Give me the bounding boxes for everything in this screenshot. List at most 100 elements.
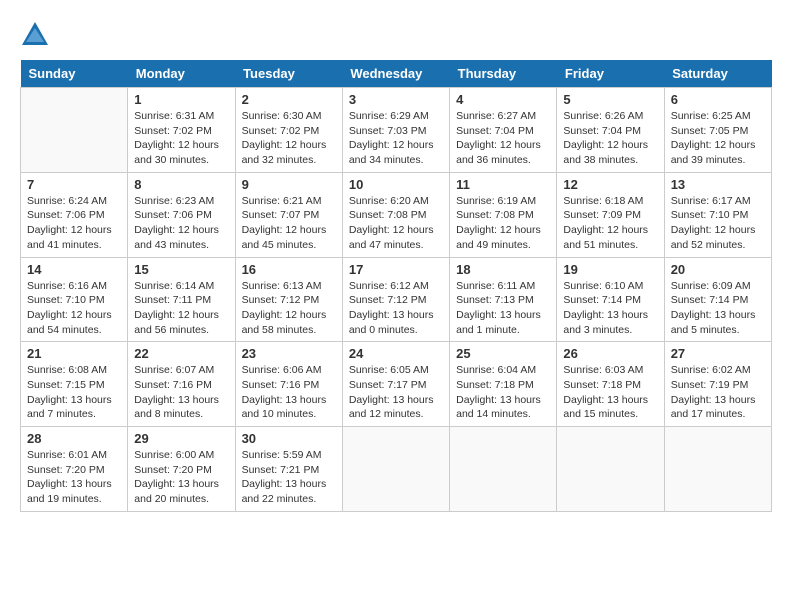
- day-number: 6: [671, 92, 765, 107]
- day-cell: 22 Sunrise: 6:07 AMSunset: 7:16 PMDayligh…: [128, 342, 235, 427]
- day-cell: 21Sunrise: 6:08 AMSunset: 7:15 PMDayligh…: [21, 342, 128, 427]
- day-cell: 16 Sunrise: 6:13 AMSunset: 7:12 PMDayligh…: [235, 257, 342, 342]
- day-info: Sunrise: 6:03 AMSunset: 7:18 PMDaylight:…: [563, 363, 657, 422]
- day-number: 28: [27, 431, 121, 446]
- day-info: Sunrise: 6:09 AMSunset: 7:14 PMDaylight:…: [671, 279, 765, 338]
- header-row: SundayMondayTuesdayWednesdayThursdayFrid…: [21, 60, 772, 88]
- day-number: 12: [563, 177, 657, 192]
- day-cell: 17 Sunrise: 6:12 AMSunset: 7:12 PMDayligh…: [342, 257, 449, 342]
- day-number: 23: [242, 346, 336, 361]
- day-number: 17: [349, 262, 443, 277]
- day-cell: 1 Sunrise: 6:31 AMSunset: 7:02 PMDaylight…: [128, 88, 235, 173]
- day-number: 26: [563, 346, 657, 361]
- day-cell: 8 Sunrise: 6:23 AMSunset: 7:06 PMDaylight…: [128, 172, 235, 257]
- day-cell: 28Sunrise: 6:01 AMSunset: 7:20 PMDayligh…: [21, 427, 128, 512]
- day-cell: 5 Sunrise: 6:26 AMSunset: 7:04 PMDaylight…: [557, 88, 664, 173]
- day-cell: 10 Sunrise: 6:20 AMSunset: 7:08 PMDayligh…: [342, 172, 449, 257]
- week-row-2: 14 Sunrise: 6:16 AMSunset: 7:10 PMDayligh…: [21, 257, 772, 342]
- day-info: Sunrise: 6:29 AMSunset: 7:03 PMDaylight:…: [349, 109, 443, 168]
- day-cell: 25Sunrise: 6:04 AMSunset: 7:18 PMDayligh…: [450, 342, 557, 427]
- day-info: Sunrise: 6:14 AMSunset: 7:11 PMDaylight:…: [134, 279, 228, 338]
- day-header-monday: Monday: [128, 60, 235, 88]
- day-info: Sunrise: 6:08 AMSunset: 7:15 PMDaylight:…: [27, 363, 121, 422]
- day-info: Sunrise: 6:27 AMSunset: 7:04 PMDaylight:…: [456, 109, 550, 168]
- day-number: 5: [563, 92, 657, 107]
- day-number: 8: [134, 177, 228, 192]
- day-info: Sunrise: 5:59 AMSunset: 7:21 PMDaylight:…: [242, 448, 336, 507]
- day-cell: 12 Sunrise: 6:18 AMSunset: 7:09 PMDayligh…: [557, 172, 664, 257]
- day-info: Sunrise: 6:13 AMSunset: 7:12 PMDaylight:…: [242, 279, 336, 338]
- day-number: 11: [456, 177, 550, 192]
- day-number: 16: [242, 262, 336, 277]
- week-row-1: 7 Sunrise: 6:24 AMSunset: 7:06 PMDaylight…: [21, 172, 772, 257]
- day-info: Sunrise: 6:10 AMSunset: 7:14 PMDaylight:…: [563, 279, 657, 338]
- day-number: 27: [671, 346, 765, 361]
- day-info: Sunrise: 6:21 AMSunset: 7:07 PMDaylight:…: [242, 194, 336, 253]
- day-cell: 7 Sunrise: 6:24 AMSunset: 7:06 PMDaylight…: [21, 172, 128, 257]
- day-cell: 11 Sunrise: 6:19 AMSunset: 7:08 PMDayligh…: [450, 172, 557, 257]
- day-info: Sunrise: 6:17 AMSunset: 7:10 PMDaylight:…: [671, 194, 765, 253]
- day-number: 1: [134, 92, 228, 107]
- day-info: Sunrise: 6:26 AMSunset: 7:04 PMDaylight:…: [563, 109, 657, 168]
- day-number: 19: [563, 262, 657, 277]
- day-cell: 30 Sunrise: 5:59 AMSunset: 7:21 PMDayligh…: [235, 427, 342, 512]
- day-header-saturday: Saturday: [664, 60, 771, 88]
- day-number: 29: [134, 431, 228, 446]
- day-number: 10: [349, 177, 443, 192]
- day-info: Sunrise: 6:06 AMSunset: 7:16 PMDaylight:…: [242, 363, 336, 422]
- day-info: Sunrise: 6:25 AMSunset: 7:05 PMDaylight:…: [671, 109, 765, 168]
- day-cell: 13 Sunrise: 6:17 AMSunset: 7:10 PMDayligh…: [664, 172, 771, 257]
- day-cell: 19 Sunrise: 6:10 AMSunset: 7:14 PMDayligh…: [557, 257, 664, 342]
- day-cell: 2 Sunrise: 6:30 AMSunset: 7:02 PMDaylight…: [235, 88, 342, 173]
- day-number: 15: [134, 262, 228, 277]
- day-header-friday: Friday: [557, 60, 664, 88]
- day-info: Sunrise: 6:24 AMSunset: 7:06 PMDaylight:…: [27, 194, 121, 253]
- day-cell: 26 Sunrise: 6:03 AMSunset: 7:18 PMDayligh…: [557, 342, 664, 427]
- day-number: 30: [242, 431, 336, 446]
- day-header-thursday: Thursday: [450, 60, 557, 88]
- day-number: 2: [242, 92, 336, 107]
- day-cell: 4 Sunrise: 6:27 AMSunset: 7:04 PMDaylight…: [450, 88, 557, 173]
- day-cell: 23 Sunrise: 6:06 AMSunset: 7:16 PMDayligh…: [235, 342, 342, 427]
- week-row-4: 28Sunrise: 6:01 AMSunset: 7:20 PMDayligh…: [21, 427, 772, 512]
- day-cell: [342, 427, 449, 512]
- logo-icon: [20, 20, 50, 50]
- day-number: 18: [456, 262, 550, 277]
- day-info: Sunrise: 6:11 AMSunset: 7:13 PMDaylight:…: [456, 279, 550, 338]
- day-number: 7: [27, 177, 121, 192]
- day-header-tuesday: Tuesday: [235, 60, 342, 88]
- day-number: 14: [27, 262, 121, 277]
- day-info: Sunrise: 6:16 AMSunset: 7:10 PMDaylight:…: [27, 279, 121, 338]
- day-cell: [450, 427, 557, 512]
- day-info: Sunrise: 6:18 AMSunset: 7:09 PMDaylight:…: [563, 194, 657, 253]
- day-number: 22: [134, 346, 228, 361]
- day-cell: 29 Sunrise: 6:00 AMSunset: 7:20 PMDayligh…: [128, 427, 235, 512]
- week-row-0: 1 Sunrise: 6:31 AMSunset: 7:02 PMDaylight…: [21, 88, 772, 173]
- calendar-table: SundayMondayTuesdayWednesdayThursdayFrid…: [20, 60, 772, 512]
- day-header-wednesday: Wednesday: [342, 60, 449, 88]
- day-info: Sunrise: 6:31 AMSunset: 7:02 PMDaylight:…: [134, 109, 228, 168]
- day-number: 3: [349, 92, 443, 107]
- day-info: Sunrise: 6:19 AMSunset: 7:08 PMDaylight:…: [456, 194, 550, 253]
- day-info: Sunrise: 6:12 AMSunset: 7:12 PMDaylight:…: [349, 279, 443, 338]
- day-number: 9: [242, 177, 336, 192]
- day-cell: 24 Sunrise: 6:05 AMSunset: 7:17 PMDayligh…: [342, 342, 449, 427]
- day-info: Sunrise: 6:00 AMSunset: 7:20 PMDaylight:…: [134, 448, 228, 507]
- day-info: Sunrise: 6:20 AMSunset: 7:08 PMDaylight:…: [349, 194, 443, 253]
- day-info: Sunrise: 6:23 AMSunset: 7:06 PMDaylight:…: [134, 194, 228, 253]
- day-cell: 15 Sunrise: 6:14 AMSunset: 7:11 PMDayligh…: [128, 257, 235, 342]
- day-cell: 27 Sunrise: 6:02 AMSunset: 7:19 PMDayligh…: [664, 342, 771, 427]
- day-cell: [557, 427, 664, 512]
- day-info: Sunrise: 6:05 AMSunset: 7:17 PMDaylight:…: [349, 363, 443, 422]
- day-info: Sunrise: 6:02 AMSunset: 7:19 PMDaylight:…: [671, 363, 765, 422]
- day-info: Sunrise: 6:07 AMSunset: 7:16 PMDaylight:…: [134, 363, 228, 422]
- day-info: Sunrise: 6:30 AMSunset: 7:02 PMDaylight:…: [242, 109, 336, 168]
- day-header-sunday: Sunday: [21, 60, 128, 88]
- day-number: 20: [671, 262, 765, 277]
- day-number: 13: [671, 177, 765, 192]
- day-number: 25: [456, 346, 550, 361]
- day-cell: 20 Sunrise: 6:09 AMSunset: 7:14 PMDayligh…: [664, 257, 771, 342]
- day-number: 24: [349, 346, 443, 361]
- day-number: 4: [456, 92, 550, 107]
- day-cell: 18 Sunrise: 6:11 AMSunset: 7:13 PMDayligh…: [450, 257, 557, 342]
